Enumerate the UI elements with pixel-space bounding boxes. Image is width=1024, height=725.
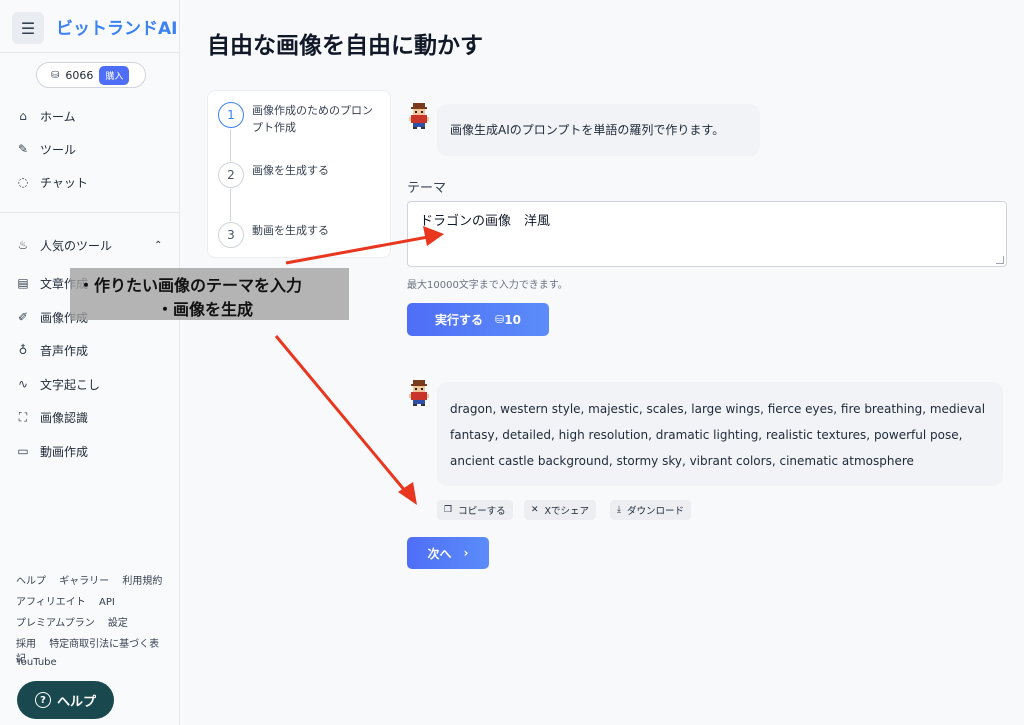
footer-link-api[interactable]: API bbox=[99, 597, 115, 608]
sidebar: ☰ ビットランドAI ⛁ 6066 購入 ⌂ ホーム ✎ ツール ◌ チャット … bbox=[0, 0, 180, 725]
coin-icon: ⛁ bbox=[51, 69, 60, 81]
chevron-up-icon: ⌃ bbox=[154, 239, 163, 251]
generated-prompt-text: dragon, western style, majestic, scales,… bbox=[450, 402, 986, 468]
sidebar-item-label: 音声作成 bbox=[40, 343, 89, 358]
footer-links-row: アフィリエイト API bbox=[16, 593, 125, 608]
popular-tools-label: 人気のツール bbox=[40, 238, 113, 253]
footer-link-terms[interactable]: 利用規約 bbox=[122, 576, 162, 587]
hamburger-menu-icon[interactable]: ☰ bbox=[12, 12, 44, 44]
help-button[interactable]: ? ヘルプ bbox=[17, 681, 114, 719]
annotation-text: ・画像を生成 bbox=[157, 300, 254, 319]
scan-icon: ⛶ bbox=[18, 409, 28, 424]
microphone-icon: ♁ bbox=[18, 343, 28, 357]
share-button-label: Xでシェア bbox=[544, 506, 590, 517]
sidebar-item-video-creation[interactable]: ▭ 動画作成 bbox=[16, 442, 88, 460]
credit-balance: ⛁ 6066 購入 bbox=[36, 62, 146, 88]
theme-input[interactable]: ドラゴンの画像 洋風 bbox=[407, 201, 1007, 267]
question-icon: ? bbox=[34, 692, 51, 708]
step-number: 2 bbox=[218, 162, 244, 188]
page-title: 自由な画像を自由に動かす bbox=[207, 33, 483, 59]
chat-bubble-icon: ◌ bbox=[17, 175, 29, 189]
step-label: 画像作成のためのプロンプト作成 bbox=[252, 104, 373, 134]
sidebar-item-label: 画像認識 bbox=[40, 410, 89, 425]
footer-link-careers[interactable]: 採用 bbox=[16, 639, 36, 650]
assistant-message-text: 画像生成AIのプロンプトを単語の羅列で作ります。 bbox=[450, 123, 725, 137]
step-connector bbox=[230, 189, 231, 221]
generated-prompt-result: dragon, western style, majestic, scales,… bbox=[437, 382, 1003, 486]
sidebar-item-label: チャット bbox=[40, 175, 88, 190]
step-label: 動画を生成する bbox=[252, 224, 329, 237]
pixel-character-avatar bbox=[409, 103, 429, 129]
brand-logo[interactable]: ビットランドAI bbox=[56, 14, 177, 39]
flame-icon: ♨ bbox=[17, 238, 29, 252]
step-list: 1 画像作成のためのプロンプト作成 2 画像を生成する 3 動画を生成する bbox=[207, 90, 391, 258]
wrench-icon: ✎ bbox=[17, 142, 29, 156]
footer-links-row: YouTube bbox=[16, 657, 67, 668]
run-button[interactable]: 実行する ⛁ 10 bbox=[407, 303, 549, 336]
step-label: 画像を生成する bbox=[252, 164, 329, 177]
footer-link-affiliate[interactable]: アフィリエイト bbox=[16, 597, 86, 608]
coin-icon: ⛁ bbox=[495, 313, 505, 326]
waveform-icon: ∿ bbox=[17, 377, 29, 391]
copy-button[interactable]: ❐ コピーする bbox=[437, 500, 513, 520]
popular-tools-toggle[interactable]: ♨ 人気のツール ⌃ bbox=[16, 236, 163, 254]
buy-button[interactable]: 購入 bbox=[99, 65, 130, 85]
sidebar-item-audio-creation[interactable]: ♁ 音声作成 bbox=[16, 341, 88, 359]
sidebar-item-chat[interactable]: ◌ チャット bbox=[16, 173, 88, 191]
next-button-label: 次へ bbox=[427, 546, 452, 561]
home-icon: ⌂ bbox=[19, 109, 27, 123]
divider bbox=[0, 52, 180, 53]
divider bbox=[0, 212, 180, 213]
help-button-label: ヘルプ bbox=[56, 694, 96, 710]
download-button[interactable]: ⤓ ダウンロード bbox=[610, 500, 691, 520]
sidebar-item-image-recognition[interactable]: ⛶ 画像認識 bbox=[16, 408, 88, 426]
sidebar-item-label: 動画作成 bbox=[40, 444, 89, 459]
step-number: 3 bbox=[218, 222, 244, 248]
step-2[interactable]: 2 画像を生成する bbox=[218, 162, 382, 188]
run-button-label: 実行する bbox=[435, 313, 484, 327]
sidebar-item-label: ツール bbox=[40, 142, 77, 157]
sidebar-item-transcription[interactable]: ∿ 文字起こし bbox=[16, 375, 100, 393]
sidebar-item-home[interactable]: ⌂ ホーム bbox=[16, 107, 76, 125]
theme-label: テーマ bbox=[407, 181, 447, 196]
step-1[interactable]: 1 画像作成のためのプロンプト作成 bbox=[218, 102, 382, 136]
copy-button-label: コピーする bbox=[458, 506, 506, 517]
footer-link-help[interactable]: ヘルプ bbox=[16, 576, 46, 587]
brush-icon: ✐ bbox=[17, 310, 29, 324]
video-camera-icon: ▭ bbox=[17, 444, 29, 458]
sidebar-item-label: ホーム bbox=[40, 109, 76, 124]
pixel-character-avatar bbox=[409, 380, 429, 406]
chevron-right-icon: › bbox=[463, 546, 469, 560]
footer-link-premium[interactable]: プレミアムプラン bbox=[16, 618, 95, 629]
footer-links-row: ヘルプ ギャラリー 利用規約 bbox=[16, 572, 172, 587]
footer-links-row: プレミアムプラン 設定 bbox=[16, 614, 138, 629]
sidebar-item-label: 文字起こし bbox=[40, 377, 101, 392]
step-3[interactable]: 3 動画を生成する bbox=[218, 222, 382, 248]
x-logo-icon: ✕ bbox=[531, 505, 539, 515]
input-hint: 最大10000文字まで入力できます。 bbox=[407, 280, 568, 291]
footer-link-youtube[interactable]: YouTube bbox=[16, 657, 57, 668]
document-icon: ▤ bbox=[17, 276, 29, 290]
step-number: 1 bbox=[218, 102, 244, 128]
share-x-button[interactable]: ✕ Xでシェア bbox=[524, 500, 597, 520]
credit-count: 6066 bbox=[65, 68, 94, 82]
next-button[interactable]: 次へ › bbox=[407, 537, 489, 569]
arrow-to-result bbox=[274, 335, 408, 493]
arrow-head bbox=[398, 482, 417, 505]
sidebar-item-tools[interactable]: ✎ ツール bbox=[16, 140, 76, 158]
copy-icon: ❐ bbox=[444, 505, 453, 515]
download-button-label: ダウンロード bbox=[626, 506, 684, 517]
run-cost: 10 bbox=[504, 312, 521, 327]
theme-input-value: ドラゴンの画像 洋風 bbox=[420, 214, 551, 229]
footer-link-settings[interactable]: 設定 bbox=[108, 618, 128, 629]
annotation-text: ・作りたい画像のテーマを入力 bbox=[78, 276, 303, 295]
download-icon: ⤓ bbox=[617, 505, 621, 515]
resize-handle-icon[interactable] bbox=[996, 256, 1004, 264]
assistant-message: 画像生成AIのプロンプトを単語の羅列で作ります。 bbox=[437, 104, 760, 156]
footer-link-gallery[interactable]: ギャラリー bbox=[59, 576, 109, 587]
